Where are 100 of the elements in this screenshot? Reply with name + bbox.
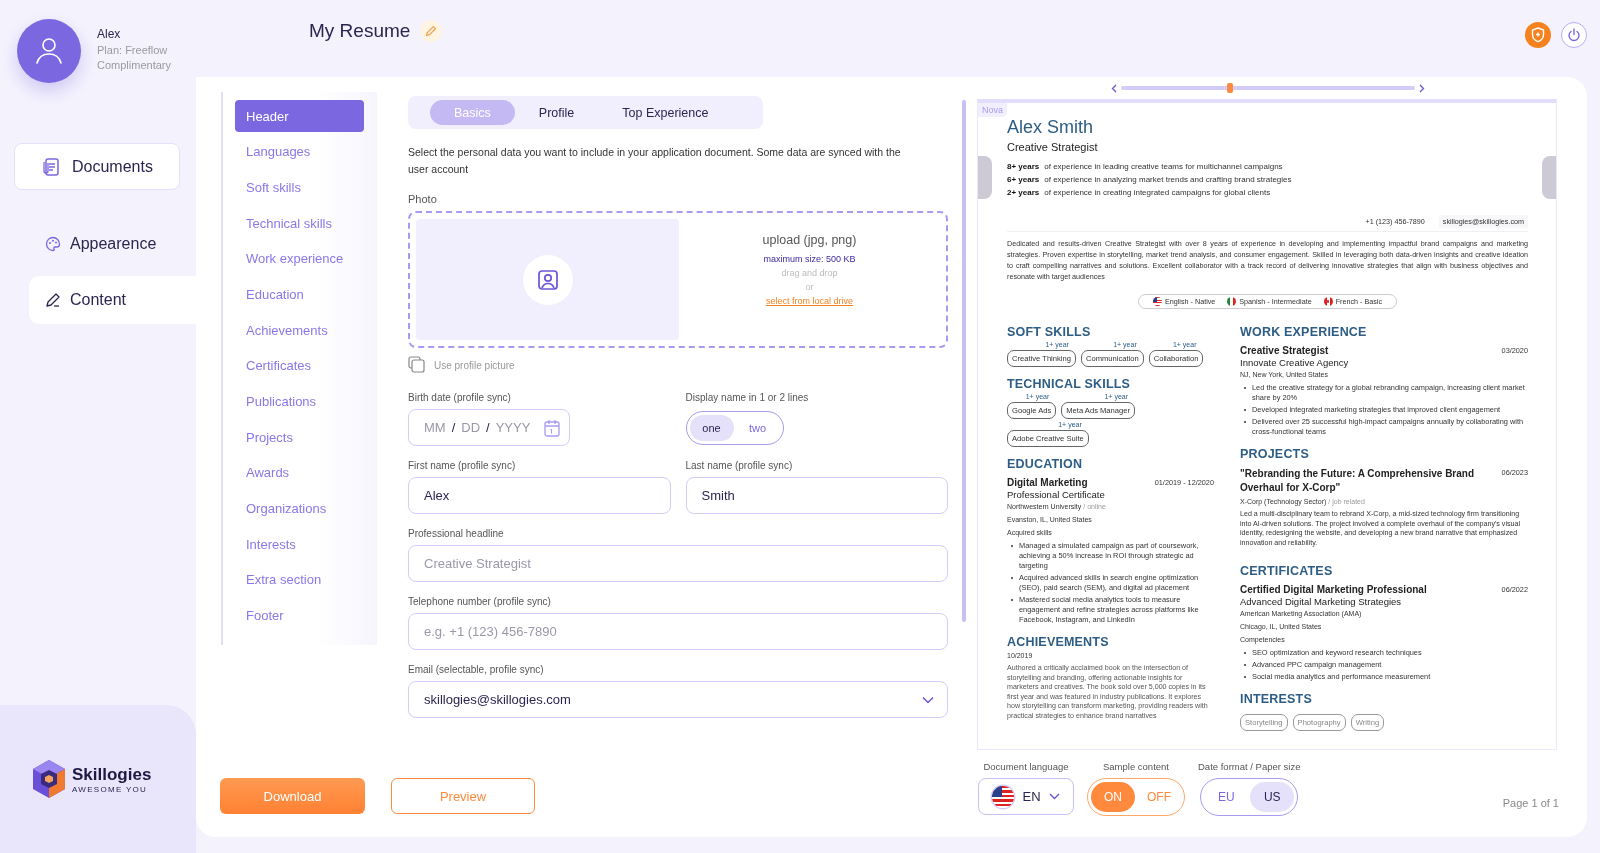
flag-icon [1227, 297, 1237, 306]
control-label: Document language [983, 761, 1069, 772]
portrait-icon [536, 268, 559, 291]
field-label: Last name (profile sync) [685, 460, 793, 471]
chevron-left-icon[interactable] [1111, 83, 1117, 93]
entry-title: Digital Marketing [1007, 477, 1088, 488]
field-label: Photo [408, 193, 438, 205]
toggle-option[interactable]: US [1250, 782, 1295, 812]
page-title: My Resume [309, 20, 411, 42]
section-item[interactable]: Languages [235, 135, 364, 168]
scrollbar[interactable] [962, 100, 966, 622]
avatar[interactable] [17, 19, 81, 83]
section-item[interactable]: Achievements [235, 314, 364, 347]
download-button[interactable]: Download [220, 778, 365, 814]
page-indicator: Page 1 of 1 [1502, 797, 1559, 809]
scroll-handle[interactable] [978, 156, 992, 199]
brand-tagline: AWESOME YOU [72, 784, 149, 794]
toggle-option[interactable]: EU [1204, 782, 1249, 812]
language-select[interactable]: EN [978, 778, 1074, 815]
input-field[interactable]: Smith [685, 477, 948, 514]
section-heading: EDUCATION [1007, 457, 1084, 471]
checkbox-label: Use profile picture [434, 359, 515, 371]
entry-subtitle: Professional Certificate [1007, 489, 1106, 500]
section-item[interactable]: Technical skills [235, 207, 364, 240]
plan-label: Plan: Freeflow [97, 44, 169, 56]
chevron-right-icon[interactable] [1419, 83, 1425, 93]
toggle-option[interactable]: ON [1091, 782, 1135, 812]
shield-button[interactable] [1525, 22, 1551, 48]
field-label: First name (profile sync) [408, 460, 516, 471]
power-button[interactable] [1561, 22, 1587, 48]
section-item[interactable]: Extra section [235, 563, 364, 596]
years-label: 8+ years [1007, 161, 1040, 172]
nav-tab[interactable]: Content [29, 276, 196, 324]
toggle-option[interactable]: one [689, 415, 734, 441]
section-item[interactable]: Certificates [235, 349, 364, 382]
section-heading: PROJECTS [1240, 446, 1310, 461]
flag-icon [1323, 297, 1333, 306]
shield-icon [1531, 27, 1545, 43]
section-heading: ACHIEVEMENTS [1007, 634, 1110, 649]
section-heading: WORK EXPERIENCE [1240, 325, 1368, 339]
select-file-link[interactable]: select from local drive [766, 296, 853, 306]
entry-title: Creative Strategist [1240, 345, 1329, 356]
chevron-down-icon [922, 696, 934, 704]
section-item[interactable]: Header [235, 100, 364, 132]
highlight-text: of experience in leading creative teams for multichannel campaigns [1044, 161, 1283, 172]
section-heading: TECHNICAL SKILLS [1007, 377, 1132, 391]
section-item[interactable]: Publications [235, 385, 364, 418]
subtab[interactable]: Top Experience [598, 100, 733, 125]
entry-title: "Rebranding the Future: A Comprehensive Brand Overhaul for X-Corp" [1240, 466, 1476, 495]
logo-icon [31, 759, 67, 799]
flag-icon [1153, 297, 1162, 306]
entry-subtitle: Advanced Digital Marketing Strategies [1240, 596, 1403, 608]
section-item[interactable]: Organizations [235, 492, 364, 525]
person-icon [34, 36, 64, 66]
subtab[interactable]: Profile [514, 100, 599, 125]
toggle-option[interactable]: OFF [1137, 782, 1181, 812]
section-item[interactable]: Projects [235, 421, 364, 454]
section-item[interactable]: Awards [235, 456, 364, 489]
section-item[interactable]: Work experience [235, 242, 364, 275]
section-item[interactable]: Education [235, 278, 364, 311]
resume-name: Alex Smith [1007, 117, 1095, 138]
template-tag: Nova [978, 103, 1007, 117]
pencil-icon [45, 292, 61, 308]
date-field[interactable]: MM / DD / YYYY [408, 409, 570, 446]
entry-title: Certified Digital Marketing Professional [1240, 584, 1427, 596]
section-item[interactable]: Soft skills [235, 171, 364, 204]
select-field[interactable]: skillogies@skillogies.com [408, 681, 948, 718]
years-label: 6+ years [1007, 174, 1040, 185]
max-size-note: maximum size: 500 KB [763, 254, 856, 264]
calendar-icon [544, 418, 561, 437]
field-label: Birth date (profile sync) [408, 392, 511, 403]
company-name: Innovate Creative Agency [1240, 357, 1350, 368]
control-label: Sample content [1103, 761, 1169, 772]
input-field[interactable]: Alex [408, 477, 671, 514]
document-icon [42, 156, 60, 177]
section-item[interactable]: Footer [235, 599, 364, 632]
zoom-slider[interactable] [1121, 86, 1415, 90]
pencil-icon [425, 25, 438, 37]
user-name: Alex [97, 27, 122, 41]
input-field[interactable]: Creative Strategist [408, 545, 948, 582]
control-label: Date format / Paper size [1198, 761, 1301, 772]
intro-text: Select the personal data you want to include in your application document. Some data are synced with the user account [408, 145, 902, 177]
photo-dropzone[interactable]: upload (jpg, png) maximum size: 500 KB drag and drop or select from local drive [408, 211, 948, 348]
highlight-text: of experience in creating integrated campaigns for global clients [1044, 187, 1271, 198]
years-label: 2+ years [1007, 187, 1040, 198]
flag-icon [992, 785, 1015, 808]
field-label: Telephone number (profile sync) [408, 596, 551, 607]
toggle-option[interactable]: two [735, 415, 780, 441]
section-heading: CERTIFICATES [1240, 564, 1334, 579]
scroll-handle[interactable] [1542, 156, 1556, 199]
nav-tab[interactable]: Appearence [29, 220, 196, 268]
edit-button[interactable] [420, 20, 443, 42]
field-label: Professional headline [408, 528, 504, 539]
documents-button[interactable]: Documents [14, 143, 180, 190]
input-field[interactable]: e.g. +1 (123) 456-7890 [408, 613, 948, 650]
section-item[interactable]: Interests [235, 528, 364, 561]
checkbox[interactable] [408, 356, 426, 374]
brand-name: Skillogies [72, 764, 152, 785]
field-label: Display name in 1 or 2 lines [685, 392, 809, 403]
preview-button[interactable]: Preview [391, 778, 535, 814]
